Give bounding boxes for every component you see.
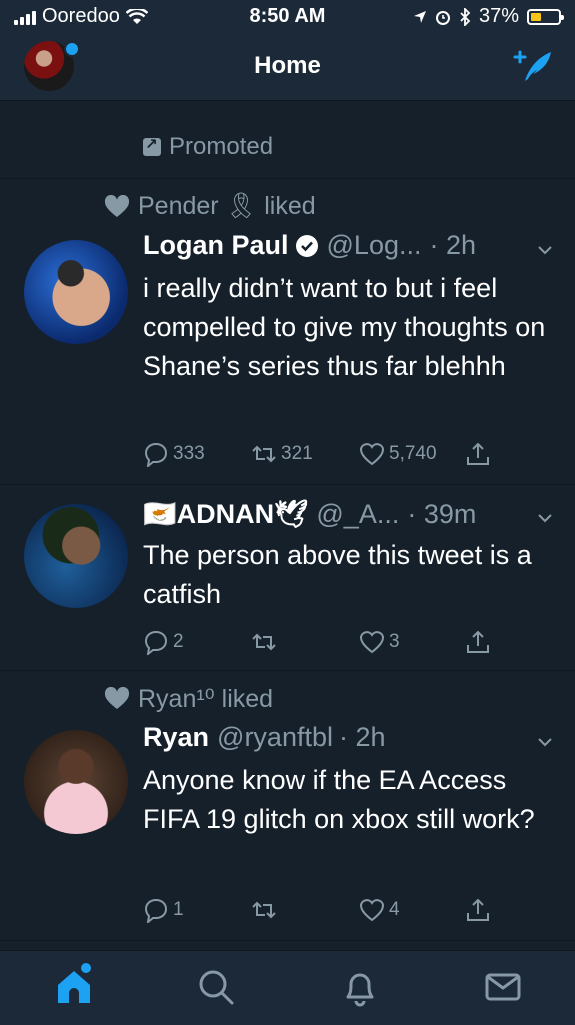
promoted-label: Promoted bbox=[143, 133, 273, 161]
tweet-header: 🇨🇾ADNAN🕊 @_A... · 39m bbox=[143, 498, 476, 530]
author-handle[interactable]: @ryanftbl bbox=[217, 722, 333, 753]
page-title: Home bbox=[254, 52, 321, 79]
tweet-actions: 2 3 bbox=[143, 628, 503, 656]
timeline[interactable]: 1 2 24 Promoted Pender 🎗 liked Logan Pau… bbox=[0, 100, 575, 950]
share-icon bbox=[467, 442, 489, 465]
alarm-icon bbox=[435, 10, 450, 25]
like-count: 3 bbox=[389, 631, 400, 652]
promoted-text: Promoted bbox=[169, 133, 274, 160]
author-name[interactable]: Ryan bbox=[143, 722, 209, 753]
compose-icon[interactable] bbox=[511, 48, 553, 84]
share-icon bbox=[467, 630, 489, 653]
social-context-text: Ryan¹⁰ liked bbox=[138, 685, 274, 713]
battery-percent: 37% bbox=[478, 5, 519, 27]
author-name[interactable]: Logan Paul bbox=[143, 230, 289, 261]
like-button[interactable]: 4 bbox=[359, 896, 400, 924]
tweet-actions: 1 4 bbox=[143, 896, 503, 924]
bluetooth-icon bbox=[460, 7, 471, 26]
heart-outline-icon bbox=[359, 631, 385, 654]
reply-count: 1 bbox=[173, 899, 184, 920]
retweet-button[interactable] bbox=[251, 628, 281, 656]
reply-count: 333 bbox=[173, 443, 205, 464]
mail-icon[interactable] bbox=[481, 965, 525, 1009]
chevron-down-icon[interactable] bbox=[537, 510, 553, 526]
reply-count: 2 bbox=[173, 631, 184, 652]
share-button[interactable] bbox=[465, 628, 491, 656]
author-handle[interactable]: @_A... bbox=[316, 499, 399, 530]
tweet-time: · 2h bbox=[338, 722, 386, 752]
avatar[interactable] bbox=[24, 240, 128, 344]
battery-icon bbox=[527, 8, 564, 25]
chevron-down-icon[interactable] bbox=[537, 242, 553, 258]
like-count: 5,740 bbox=[389, 443, 437, 464]
like-count: 4 bbox=[389, 899, 400, 920]
bell-icon[interactable] bbox=[338, 965, 382, 1009]
search-icon[interactable] bbox=[194, 965, 238, 1009]
reply-button[interactable]: 1 bbox=[143, 896, 184, 924]
retweet-count: 321 bbox=[281, 443, 313, 464]
social-context: Pender 🎗 liked bbox=[104, 192, 316, 221]
tweet-text: Anyone know if the EA Access FIFA 19 gli… bbox=[143, 765, 535, 834]
avatar[interactable] bbox=[24, 504, 128, 608]
tweet-time: · 39m bbox=[407, 498, 477, 529]
retweet-icon bbox=[252, 901, 276, 919]
promoted-tweet[interactable]: 1 2 24 Promoted bbox=[0, 100, 575, 179]
tweet[interactable]: Pender 🎗 liked Logan Paul @Log... · 2h i… bbox=[0, 180, 575, 485]
reply-count: 1 bbox=[147, 100, 156, 104]
tweet[interactable]: 🇨🇾ADNAN🕊 @_A... · 39m The person above t… bbox=[0, 486, 575, 671]
tweet-text: The person above this tweet is a catfish bbox=[143, 540, 532, 609]
heart-icon bbox=[104, 194, 130, 217]
heart-outline-icon bbox=[359, 899, 385, 922]
like-button[interactable]: 3 bbox=[359, 628, 400, 656]
top-nav: Home bbox=[0, 34, 575, 101]
tweet-actions: 1 2 24 bbox=[143, 100, 503, 106]
retweet-button[interactable] bbox=[251, 896, 281, 924]
tweet-text: i really didn’t want to but i feel compe… bbox=[143, 273, 546, 381]
reply-button[interactable]: 2 bbox=[143, 628, 184, 656]
tweet-header: Ryan @ryanftbl · 2h bbox=[143, 722, 386, 753]
status-right: 37% bbox=[413, 5, 564, 28]
social-context-text: Pender 🎗 liked bbox=[138, 192, 316, 220]
author-handle[interactable]: @Log... bbox=[327, 230, 422, 261]
tweet-header: Logan Paul @Log... · 2h bbox=[143, 230, 476, 261]
verified-icon bbox=[295, 234, 318, 257]
retweet-button[interactable]: 321 bbox=[251, 440, 313, 468]
retweet-icon bbox=[252, 445, 276, 463]
promoted-icon bbox=[143, 135, 161, 156]
bottom-tab-bar bbox=[0, 950, 575, 1025]
like-button[interactable]: 5,740 bbox=[359, 440, 437, 468]
reply-icon bbox=[144, 898, 168, 923]
like-count: 24 bbox=[393, 100, 411, 104]
retweet-count: 2 bbox=[273, 100, 282, 104]
chevron-down-icon[interactable] bbox=[537, 734, 553, 750]
status-bar: Ooredoo 8:50 AM 37% bbox=[0, 0, 575, 34]
retweet-icon bbox=[252, 633, 276, 651]
author-name[interactable]: 🇨🇾ADNAN🕊 bbox=[143, 498, 308, 530]
tweet-time: · 2h bbox=[429, 230, 477, 260]
social-context: Ryan¹⁰ liked bbox=[104, 684, 273, 714]
tweet[interactable]: Ryan¹⁰ liked Ryan @ryanftbl · 2h Anyone … bbox=[0, 672, 575, 941]
reply-icon bbox=[144, 442, 168, 467]
reply-icon bbox=[144, 630, 168, 655]
share-icon bbox=[467, 898, 489, 921]
share-button[interactable] bbox=[465, 896, 491, 924]
home-notification-dot bbox=[81, 963, 91, 973]
tweet-actions: 333 321 5,740 bbox=[143, 440, 503, 468]
avatar[interactable] bbox=[24, 730, 128, 834]
location-icon bbox=[413, 10, 426, 23]
heart-icon bbox=[104, 687, 130, 709]
reply-button[interactable]: 333 bbox=[143, 440, 205, 468]
heart-outline-icon bbox=[359, 443, 385, 466]
share-button[interactable] bbox=[465, 440, 491, 468]
